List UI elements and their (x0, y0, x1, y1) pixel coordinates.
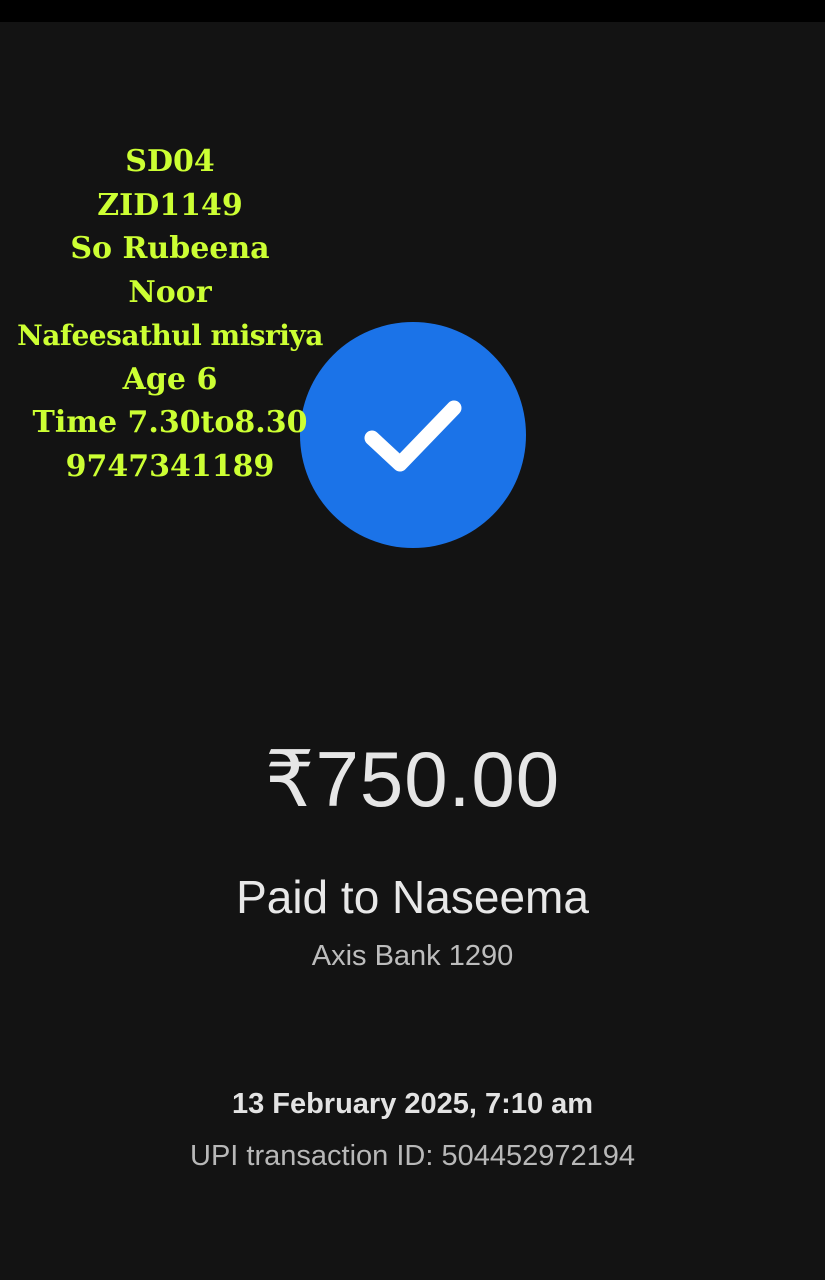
payee-name: Paid to Naseema (236, 871, 589, 923)
note-line: 9747341189 (65, 448, 275, 484)
note-line: Time 7.30to8.30 (32, 405, 308, 440)
payment-amount: ₹750.00 (264, 735, 561, 823)
handwritten-overlay-note: SD04 ZID1149 So Rubeena Noor Nafeesathul… (0, 140, 340, 488)
note-line: So Rubeena (70, 231, 270, 266)
checkmark-icon (364, 400, 462, 472)
transaction-datetime: 13 February 2025, 7:10 am (231, 1088, 594, 1120)
bank-account: Axis Bank 1290 (311, 940, 514, 972)
note-line: Age 6 (122, 361, 218, 397)
note-line: SD04 (125, 144, 215, 179)
upi-transaction-id[interactable]: UPI transaction ID: 504452972194 (0, 1140, 825, 1173)
note-line: Noor (128, 274, 212, 310)
note-line: ZID1149 (97, 187, 243, 223)
note-line: Nafeesathul misriya (17, 319, 323, 352)
